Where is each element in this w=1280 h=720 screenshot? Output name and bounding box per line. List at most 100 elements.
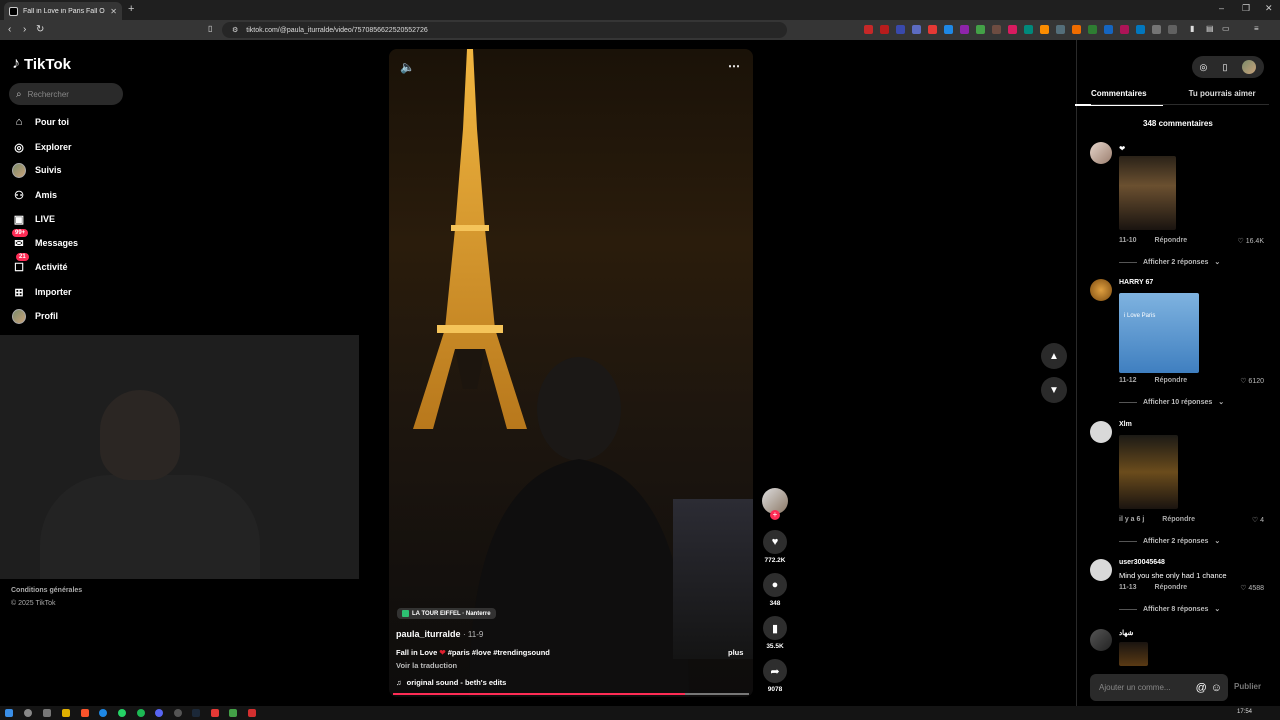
caption-more-button[interactable]: plus [728, 648, 743, 657]
extension-icon[interactable] [1024, 25, 1033, 34]
video-author[interactable]: paula_iturralde · 11-9 [396, 629, 483, 639]
view-replies-button[interactable]: Afficher 8 réponses ⌄ [1119, 605, 1220, 613]
sidebar-item-activity[interactable]: ☐ 21 Activité [12, 253, 68, 274]
compass-icon[interactable]: ◎ [1200, 62, 1208, 73]
sidebar-item-profile[interactable]: Profil [12, 308, 58, 324]
extension-icon[interactable] [880, 25, 889, 34]
app-icon[interactable] [229, 709, 237, 717]
extension-icon[interactable] [1088, 25, 1097, 34]
wallet-icon[interactable]: ▭ [1222, 24, 1230, 33]
reply-button[interactable]: Répondre [1155, 237, 1188, 244]
address-bar[interactable]: ⚙ tiktok.com/@paula_iturralde/video/7570… [222, 22, 787, 38]
user-avatar[interactable] [1242, 60, 1257, 74]
extension-icon[interactable] [1168, 25, 1177, 34]
extension-icon[interactable] [864, 25, 873, 34]
commenter-name[interactable]: شهاد [1119, 629, 1133, 637]
caption-hashtags[interactable]: #paris #love #trendingsound [448, 648, 550, 657]
extension-icon[interactable] [1136, 25, 1145, 34]
comment-image[interactable] [1119, 642, 1148, 666]
commenter-avatar[interactable] [1090, 629, 1112, 651]
extension-icon[interactable] [1120, 25, 1129, 34]
app-icon[interactable] [248, 709, 256, 717]
comment-image[interactable]: i Love Paris [1119, 293, 1199, 373]
discord-icon[interactable] [155, 709, 163, 717]
extension-icon[interactable] [944, 25, 953, 34]
commenter-name[interactable]: user30045648 [1119, 559, 1165, 566]
app-icon[interactable] [211, 709, 219, 717]
new-tab-button[interactable]: + [128, 3, 134, 15]
share-button[interactable]: ➦ 9078 [762, 659, 788, 693]
commenter-avatar[interactable] [1090, 559, 1112, 581]
obs-icon[interactable] [174, 709, 182, 717]
sidebar-item-following[interactable]: Suivis [12, 162, 62, 178]
sidebar-item-messages[interactable]: ✉ 99+ Messages [12, 229, 78, 250]
commenter-name[interactable]: HARRY 67 [1119, 279, 1153, 286]
volume-icon[interactable]: 🔈 [400, 60, 415, 74]
steam-icon[interactable] [192, 709, 200, 717]
comment-image[interactable] [1119, 156, 1176, 230]
tab-close-icon[interactable]: ✕ [110, 7, 117, 16]
extension-icon[interactable] [1040, 25, 1049, 34]
back-icon[interactable]: ‹ [8, 24, 11, 35]
more-options-icon[interactable]: ⋯ [728, 59, 740, 73]
emoji-icon[interactable]: ☺ [1211, 682, 1222, 694]
comment-image[interactable] [1119, 435, 1178, 509]
file-explorer-icon[interactable] [62, 709, 70, 717]
extension-icon[interactable] [1056, 25, 1065, 34]
search-input[interactable]: ⌕ Rechercher [9, 83, 123, 105]
sidebar-item-live[interactable]: ▣ LIVE [12, 212, 55, 226]
commenter-avatar[interactable] [1090, 279, 1112, 301]
extension-icon[interactable] [1104, 25, 1113, 34]
start-icon[interactable] [5, 709, 13, 717]
browser-tab[interactable]: Fall in Love in Paris Fall Outfi ✕ [4, 2, 122, 20]
view-replies-button[interactable]: Afficher 2 réponses ⌄ [1119, 537, 1220, 545]
sidebar-item-explore[interactable]: ◎ Explorer [12, 140, 71, 154]
device-icon[interactable]: ▯ [1222, 62, 1227, 73]
extension-icon[interactable] [1152, 25, 1161, 34]
publish-button[interactable]: Publier [1234, 682, 1261, 691]
extension-icon[interactable] [1072, 25, 1081, 34]
translate-link[interactable]: Voir la traduction [396, 661, 457, 670]
comment-like-button[interactable]: ♡ 4 [1252, 516, 1264, 524]
next-video-button[interactable]: ▼ [1041, 377, 1067, 403]
commenter-name[interactable]: Xlm [1119, 421, 1132, 428]
brave-icon[interactable] [81, 709, 89, 717]
comment-like-button[interactable]: ♡ 16.4K [1237, 237, 1264, 245]
video-player[interactable]: 🔈 ⋯ LA TOUR EIFFEL · Nanterre paula_itur… [389, 49, 753, 697]
tiktok-logo[interactable]: ♪ TikTok [12, 55, 71, 73]
extension-icon[interactable] [960, 25, 969, 34]
location-tag[interactable]: LA TOUR EIFFEL · Nanterre [397, 608, 496, 619]
comment-like-button[interactable]: ♡ 6120 [1240, 377, 1264, 385]
video-progress-bar[interactable] [393, 693, 749, 695]
extension-icon[interactable] [1008, 25, 1017, 34]
commenter-avatar[interactable] [1090, 142, 1112, 164]
author-name[interactable]: paula_iturralde [396, 629, 461, 639]
extension-icon[interactable] [912, 25, 921, 34]
reply-button[interactable]: Répondre [1162, 516, 1195, 523]
like-button[interactable]: ♥ 772.2K [762, 530, 788, 564]
sound-link[interactable]: ♫ original sound - beth's edits [396, 678, 506, 687]
reply-button[interactable]: Répondre [1155, 584, 1188, 591]
previous-video-button[interactable]: ▲ [1041, 343, 1067, 369]
search-icon[interactable] [24, 709, 32, 717]
view-replies-button[interactable]: Afficher 10 réponses ⌄ [1119, 398, 1224, 406]
site-info-icon[interactable]: ⚙ [232, 26, 238, 34]
bookmark-icon[interactable]: ▯ [208, 24, 212, 33]
extension-icon[interactable] [976, 25, 985, 34]
commenter-avatar[interactable] [1090, 421, 1112, 443]
sidebar-item-upload[interactable]: ⊞ Importer [12, 285, 71, 299]
reply-button[interactable]: Répondre [1155, 377, 1188, 384]
mention-icon[interactable]: @ [1196, 682, 1207, 694]
save-button[interactable]: ▮ 35.5K [762, 616, 788, 650]
restore-icon[interactable]: ❐ [1242, 3, 1250, 14]
comment-button[interactable]: ● 348 [762, 573, 788, 607]
minimize-icon[interactable]: – [1219, 3, 1224, 13]
terms-link[interactable]: Conditions générales [11, 587, 82, 594]
extension-icon[interactable] [992, 25, 1001, 34]
split-view-icon[interactable]: ▤ [1206, 24, 1214, 33]
sidebar-item-for-you[interactable]: ⌂ Pour toi [12, 115, 69, 129]
close-window-icon[interactable]: ✕ [1265, 3, 1273, 14]
extension-icon[interactable] [928, 25, 937, 34]
clock[interactable]: 17:54 [1237, 709, 1252, 715]
spotify-icon[interactable] [137, 709, 145, 717]
